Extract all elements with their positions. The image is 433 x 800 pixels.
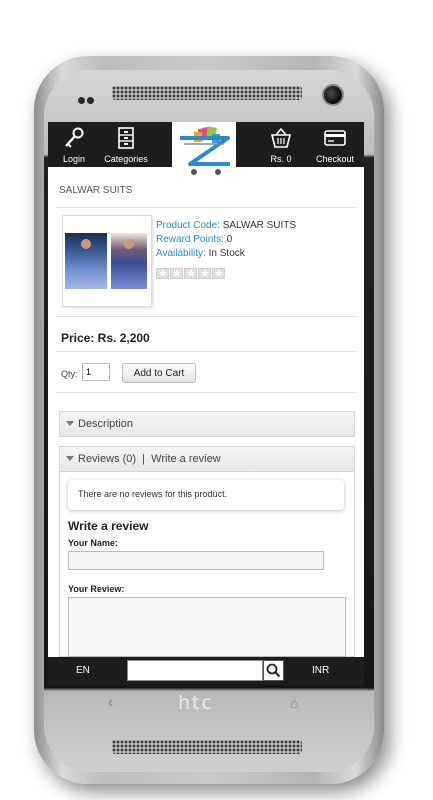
nav-login[interactable]: Login — [52, 122, 96, 167]
cabinet-icon — [118, 127, 134, 149]
divider — [56, 351, 356, 352]
rating-stars — [156, 266, 226, 284]
your-name-input[interactable] — [68, 551, 324, 570]
your-review-textarea[interactable] — [68, 597, 346, 657]
language-selector[interactable]: EN — [76, 665, 90, 676]
star-icon — [170, 267, 183, 280]
star-icon — [198, 267, 211, 280]
star-icon — [212, 267, 225, 280]
reward-points-value: 0 — [226, 234, 233, 245]
tab-description[interactable]: Description — [59, 411, 355, 437]
sensor-dots — [78, 91, 98, 104]
quantity-input[interactable] — [82, 363, 110, 381]
tab-reviews-label: Reviews (0) | Write a review — [78, 453, 221, 465]
tab-reviews[interactable]: Reviews (0) | Write a review — [59, 446, 355, 472]
basket-icon — [270, 127, 292, 148]
tab-description-label: Description — [78, 418, 134, 430]
qty-label: Qty: — [61, 369, 78, 379]
no-reviews-message: There are no reviews for this product. — [68, 480, 344, 510]
star-icon — [156, 267, 169, 280]
nav-checkout-label: Checkout — [315, 154, 355, 164]
triangle-down-icon — [66, 421, 74, 426]
search-button[interactable] — [263, 660, 284, 681]
htc-logo: htc — [178, 692, 214, 714]
nav-login-label: Login — [62, 154, 86, 164]
search-icon — [266, 663, 281, 678]
top-speaker-grill — [112, 86, 302, 100]
category-heading: SALWAR SUITS — [59, 185, 133, 196]
triangle-down-icon — [66, 456, 74, 461]
product-code-value: SALWAR SUITS — [222, 220, 297, 231]
home-key-icon[interactable]: ⌂ — [290, 695, 298, 711]
divider — [56, 207, 356, 208]
product-details: Product Code: SALWAR SUITS Reward Points… — [156, 219, 296, 261]
your-name-label: Your Name: — [68, 538, 118, 548]
product-photo-side — [111, 233, 147, 289]
product-price: Price: Rs. 2,200 — [61, 331, 150, 345]
phone-screen: Login Categories Rs. 0 Checkout SALWAR S… — [48, 122, 364, 685]
divider — [56, 392, 356, 393]
search-input[interactable] — [127, 660, 263, 681]
currency-selector[interactable]: INR — [312, 665, 329, 676]
nav-categories-label: Categories — [104, 154, 148, 164]
product-photo-front — [65, 233, 107, 289]
reward-points-label: Reward Points: — [156, 234, 224, 245]
bottom-speaker-grill — [112, 740, 302, 754]
star-icon — [184, 267, 197, 280]
nav-checkout[interactable]: Checkout — [310, 122, 360, 167]
credit-card-icon — [324, 130, 346, 146]
product-page: SALWAR SUITS Product Code: SALWAR SUITS … — [56, 167, 356, 657]
availability-label: Availability: — [156, 248, 206, 259]
add-to-cart-button[interactable]: Add to Cart — [122, 363, 196, 383]
nav-cart[interactable]: Rs. 0 — [261, 122, 301, 167]
top-navigation: Login Categories Rs. 0 Checkout — [48, 122, 364, 180]
nav-cart-label: Rs. 0 — [270, 154, 292, 164]
your-review-label: Your Review: — [68, 584, 125, 594]
reviews-panel: There are no reviews for this product. W… — [59, 472, 355, 657]
key-icon — [65, 127, 84, 148]
bottom-bar: EN INR — [48, 657, 364, 685]
front-camera — [322, 84, 344, 106]
availability-value: In Stock — [208, 248, 245, 259]
product-image[interactable] — [62, 215, 152, 307]
nav-categories[interactable]: Categories — [100, 122, 152, 167]
back-key-icon[interactable]: ‹ — [108, 694, 113, 712]
product-code-label: Product Code: — [156, 220, 220, 231]
write-review-heading: Write a review — [68, 519, 149, 533]
divider — [56, 316, 356, 317]
